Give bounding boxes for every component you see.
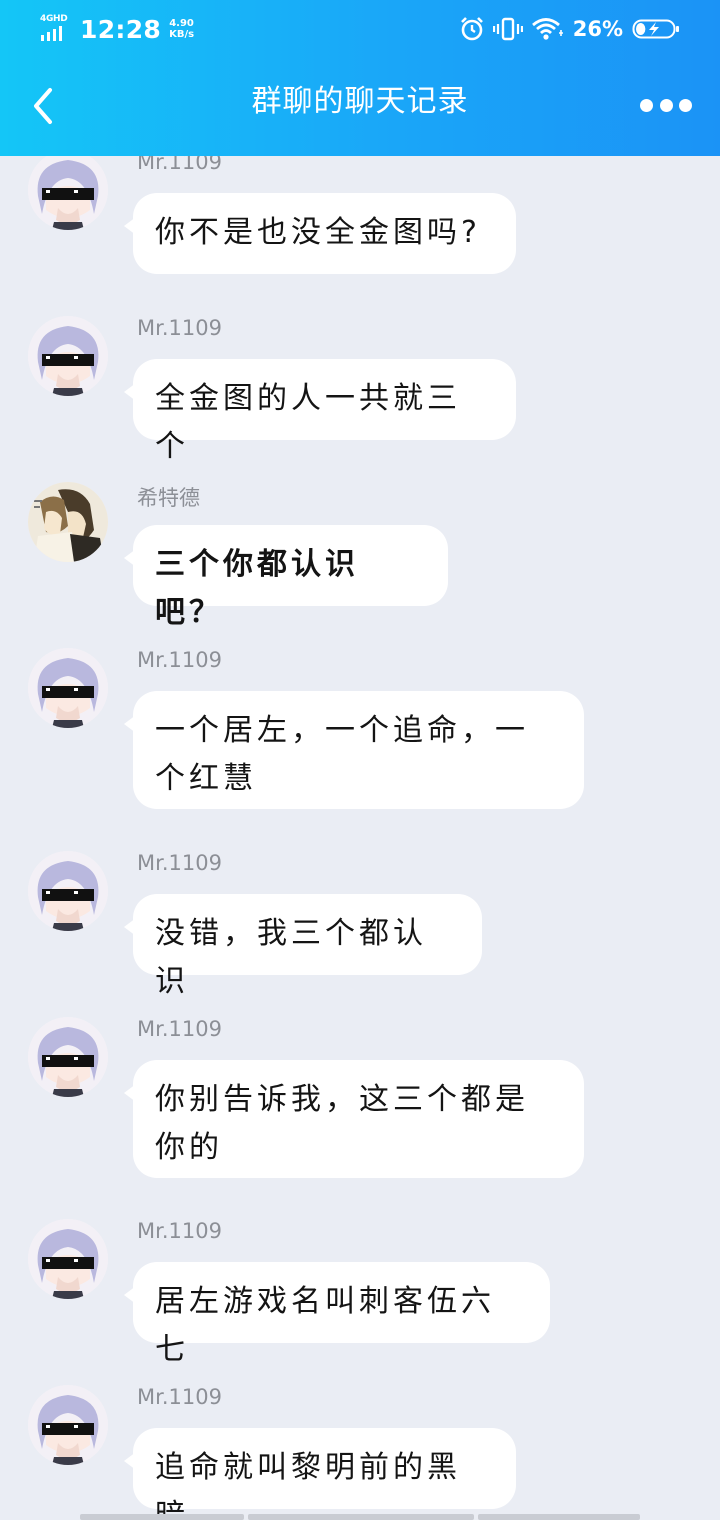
sender-name: Mr.1109 (137, 1219, 222, 1243)
avatar[interactable] (28, 316, 108, 396)
anime-avatar-icon (28, 316, 108, 396)
sender-name: Mr.1109 (137, 1017, 222, 1041)
speed-value: 4.90 (169, 18, 194, 29)
wifi-icon (531, 18, 563, 40)
cellular-signal-icon: 4GHD (40, 14, 74, 44)
sender-name: Mr.1109 (137, 648, 222, 672)
message-bubble[interactable]: 全金图的人一共就三个 (124, 359, 516, 464)
more-dots-icon (679, 98, 692, 112)
avatar[interactable] (28, 648, 108, 728)
status-right: 26% (459, 14, 680, 44)
scroll-indicator (80, 1514, 640, 1520)
vibrate-icon (492, 17, 523, 41)
manga-avatar-icon (28, 482, 108, 562)
anime-avatar-icon (28, 648, 108, 728)
anime-avatar-icon (28, 150, 108, 230)
message-bubble[interactable]: 居左游戏名叫刺客伍六七 (124, 1262, 550, 1367)
anime-avatar-icon (28, 1219, 108, 1299)
avatar[interactable] (28, 1017, 108, 1097)
message-bubble[interactable]: 追命就叫黎明前的黑暗 (124, 1428, 516, 1520)
battery-charging-icon (632, 19, 679, 39)
page-title: 群聊的聊天记录 (251, 84, 469, 119)
alarm-icon (460, 17, 483, 41)
message-bubble[interactable]: 你别告诉我，这三个都是你的 (124, 1060, 584, 1178)
status-bar: 4GHD 12:28 4.90 KB/s 26% (0, 0, 720, 56)
network-speed: 4.90 KB/s (169, 18, 194, 40)
chat-history-screen: Mr.1109 你不是也没全金图吗? Mr.1109 全金图的人一共就三个 希特… (0, 0, 720, 1520)
speed-unit: KB/s (169, 29, 195, 40)
more-dots-icon (659, 98, 673, 112)
message-list[interactable]: Mr.1109 你不是也没全金图吗? Mr.1109 全金图的人一共就三个 希特… (0, 0, 720, 1520)
clock: 12:28 (80, 14, 162, 44)
app-header: 4GHD 12:28 4.90 KB/s 26% 群聊的聊天记录 (0, 0, 720, 156)
sender-name: Mr.1109 (137, 316, 222, 340)
avatar[interactable] (28, 150, 108, 230)
more-dots-icon (640, 98, 653, 112)
message-bubble[interactable]: 你不是也没全金图吗? (124, 193, 516, 274)
sender-name: Mr.1109 (137, 1385, 222, 1409)
network-type: 4GHD (40, 14, 68, 24)
message-bubble[interactable]: 三个你都认识吧？ (124, 525, 448, 630)
message-bubble[interactable]: 没错，我三个都认识 (124, 894, 482, 999)
anime-avatar-icon (28, 851, 108, 931)
sender-name: Mr.1109 (137, 851, 222, 875)
title-bar: 群聊的聊天记录 (0, 56, 720, 156)
sender-name: 希特德 (137, 486, 200, 510)
message-bubble[interactable]: 一个居左，一个追命，一个红慧 (124, 691, 584, 809)
avatar[interactable] (28, 851, 108, 931)
avatar[interactable] (28, 1385, 108, 1465)
anime-avatar-icon (28, 1385, 108, 1465)
anime-avatar-icon (28, 1017, 108, 1097)
avatar[interactable] (28, 1219, 108, 1299)
avatar[interactable] (28, 482, 108, 562)
battery-percent: 26% (572, 17, 623, 41)
more-button[interactable] (640, 90, 692, 120)
status-left: 4GHD 12:28 4.90 KB/s (40, 12, 194, 46)
